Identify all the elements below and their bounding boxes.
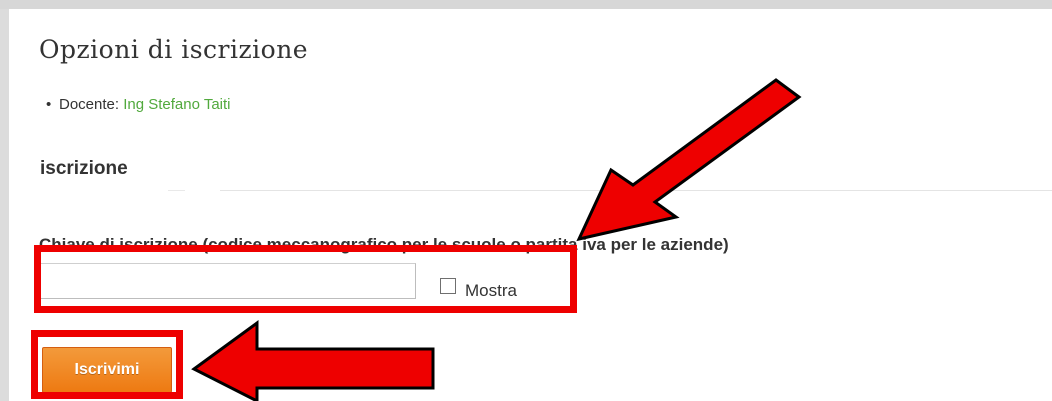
red-arrow-icon xyxy=(576,78,802,242)
annotation-arrows xyxy=(191,78,802,401)
red-arrow-icon xyxy=(191,320,435,401)
